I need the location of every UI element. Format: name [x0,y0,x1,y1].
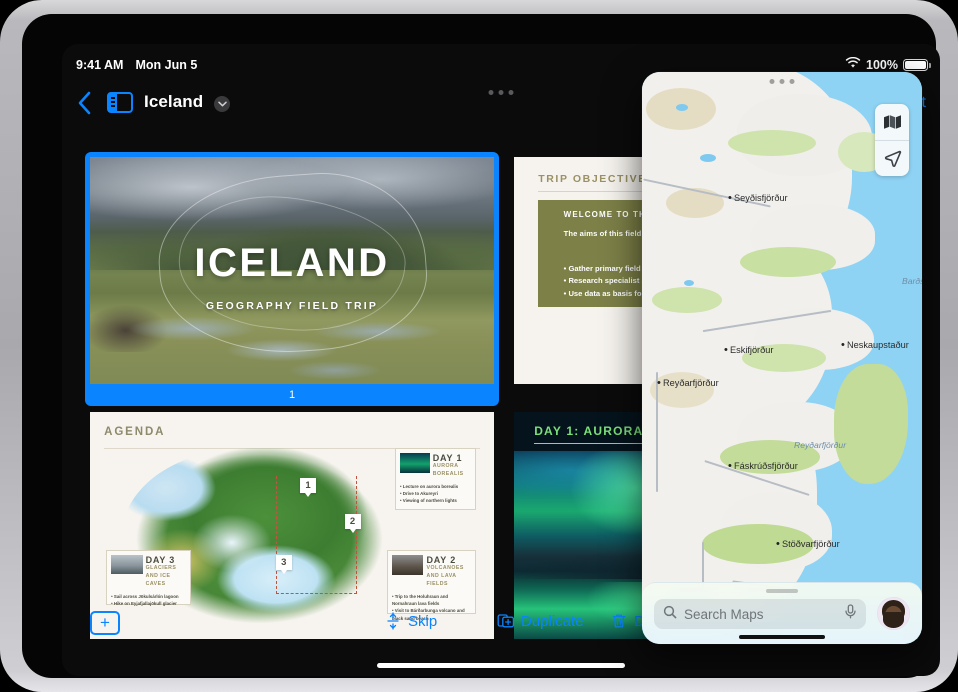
map-pin-3: 3 [275,555,292,574]
duplicate-slide-label: Duplicate [521,612,584,630]
slide2-heading: TRIP OBJECTIVES [538,172,656,185]
location-arrow-icon[interactable] [875,140,909,176]
memoji-avatar[interactable] [877,597,910,630]
status-bar-right: 100% [845,56,931,72]
trash-icon [610,612,628,630]
map-place-label: Eskifjörður [724,344,773,356]
status-time: 9:41 AM [76,58,124,72]
sheet-grabber[interactable] [766,589,798,593]
wifi-icon [845,56,861,72]
day1-thumb [400,453,430,474]
maps-slide-over-window[interactable]: Seyðisfjörður Neskaupstaður Eskifjörður … [642,72,922,644]
day2-subject: VOLCANOES AND LAVA FIELDS [426,565,464,588]
battery-percent-label: 100% [866,57,898,72]
microphone-icon[interactable] [844,604,857,624]
map-water-label: Reyðarfjörður [794,440,847,450]
day2-label: DAY 2 [426,555,457,566]
map-water-label: Barðs [902,276,922,286]
skip-slide-icon [384,612,402,630]
map-controls-stack [875,104,909,176]
day1-label: DAY 1 [432,453,463,464]
map-place-label: Reyðarfjörður [657,377,719,389]
slide-canvas-3: AGENDA 1 2 3 DAY 1 AURORA BOREALIS • Lec… [90,412,494,639]
multitask-handle-icon[interactable] [769,79,795,84]
day2-bullet: • Trip to the Holuhraun and Nornahraun l… [391,593,449,607]
slide-canvas-1: ICELAND GEOGRAPHY FIELD TRIP [90,157,494,384]
day1-bullet: • Drive to Akureyri [400,491,438,497]
agenda-card-day1: DAY 1 AURORA BOREALIS • Lecture on auror… [395,448,476,510]
add-slide-button[interactable]: + [90,611,120,635]
page-title: Iceland [144,92,204,111]
route-path [275,475,357,594]
agenda-card-day3: DAY 3 GLACIERS AND ICE CAVES • Sail acro… [106,550,191,607]
chevron-down-icon[interactable] [214,96,230,112]
map-place-label: Neskaupstaður [841,339,909,351]
agenda-card-day2: DAY 2 VOLCANOES AND LAVA FIELDS • Trip t… [386,550,476,621]
slide-thumbnail-1[interactable]: ICELAND GEOGRAPHY FIELD TRIP 1 [85,152,499,406]
day3-label: DAY 3 [145,555,176,566]
status-bar-left: 9:41 AM Mon Jun 5 [76,58,197,72]
map-place-label: Seyðisfjörður [728,192,788,204]
multitask-handle-icon[interactable] [488,90,514,95]
day1-bullet: • Lecture on aurora borealis [400,483,459,489]
slide-number-label: 1 [288,389,296,401]
day2-thumb [391,555,424,576]
maps-search-panel: Search Maps [642,582,922,644]
day3-thumb [111,555,143,575]
map-layers-icon[interactable] [875,104,909,140]
maps-home-indicator[interactable] [739,635,825,639]
home-indicator[interactable] [377,663,625,668]
duplicate-slide-button[interactable]: Duplicate [497,612,584,630]
map-pin-1: 1 [300,477,317,497]
ipad-screen: 9:41 AM Mon Jun 5 100% Iceland Select [62,44,940,676]
slide1-title: ICELAND [194,240,390,285]
ipad-device-frame: 9:41 AM Mon Jun 5 100% Iceland Select [0,0,958,692]
search-input[interactable]: Search Maps [654,599,866,629]
slide3-heading: AGENDA [104,425,166,438]
day1-subject: AURORA BOREALIS [432,463,464,478]
duplicate-slide-icon [497,612,515,630]
day3-subject: GLACIERS AND ICE CAVES [145,565,177,588]
search-placeholder: Search Maps [684,606,764,622]
back-button[interactable] [74,90,96,116]
map-place-label: Stöðvarfjörður [776,538,840,550]
device-bezel: 9:41 AM Mon Jun 5 100% Iceland Select [22,14,940,678]
skip-slide-label: Skip [408,612,438,630]
slide-thumbnail-3[interactable]: AGENDA 1 2 3 DAY 1 AURORA BOREALIS • Lec… [90,412,494,639]
map-pin-2: 2 [344,514,361,534]
day3-bullet: • Sail across Jökulsárlón lagoon [111,593,179,599]
day1-bullet: • Viewing of northern lights [400,498,457,504]
skip-slide-button[interactable]: Skip [384,612,437,630]
search-icon [663,605,677,624]
slide1-subtitle: GEOGRAPHY FIELD TRIP [205,300,379,312]
status-date: Mon Jun 5 [135,58,198,72]
slide-navigator-icon[interactable] [107,92,133,113]
day3-bullet: • Hike on Eyjafjallajökull glacier [111,601,177,607]
map-place-label: Fáskrúðsfjörður [728,460,798,472]
battery-icon [903,58,931,71]
